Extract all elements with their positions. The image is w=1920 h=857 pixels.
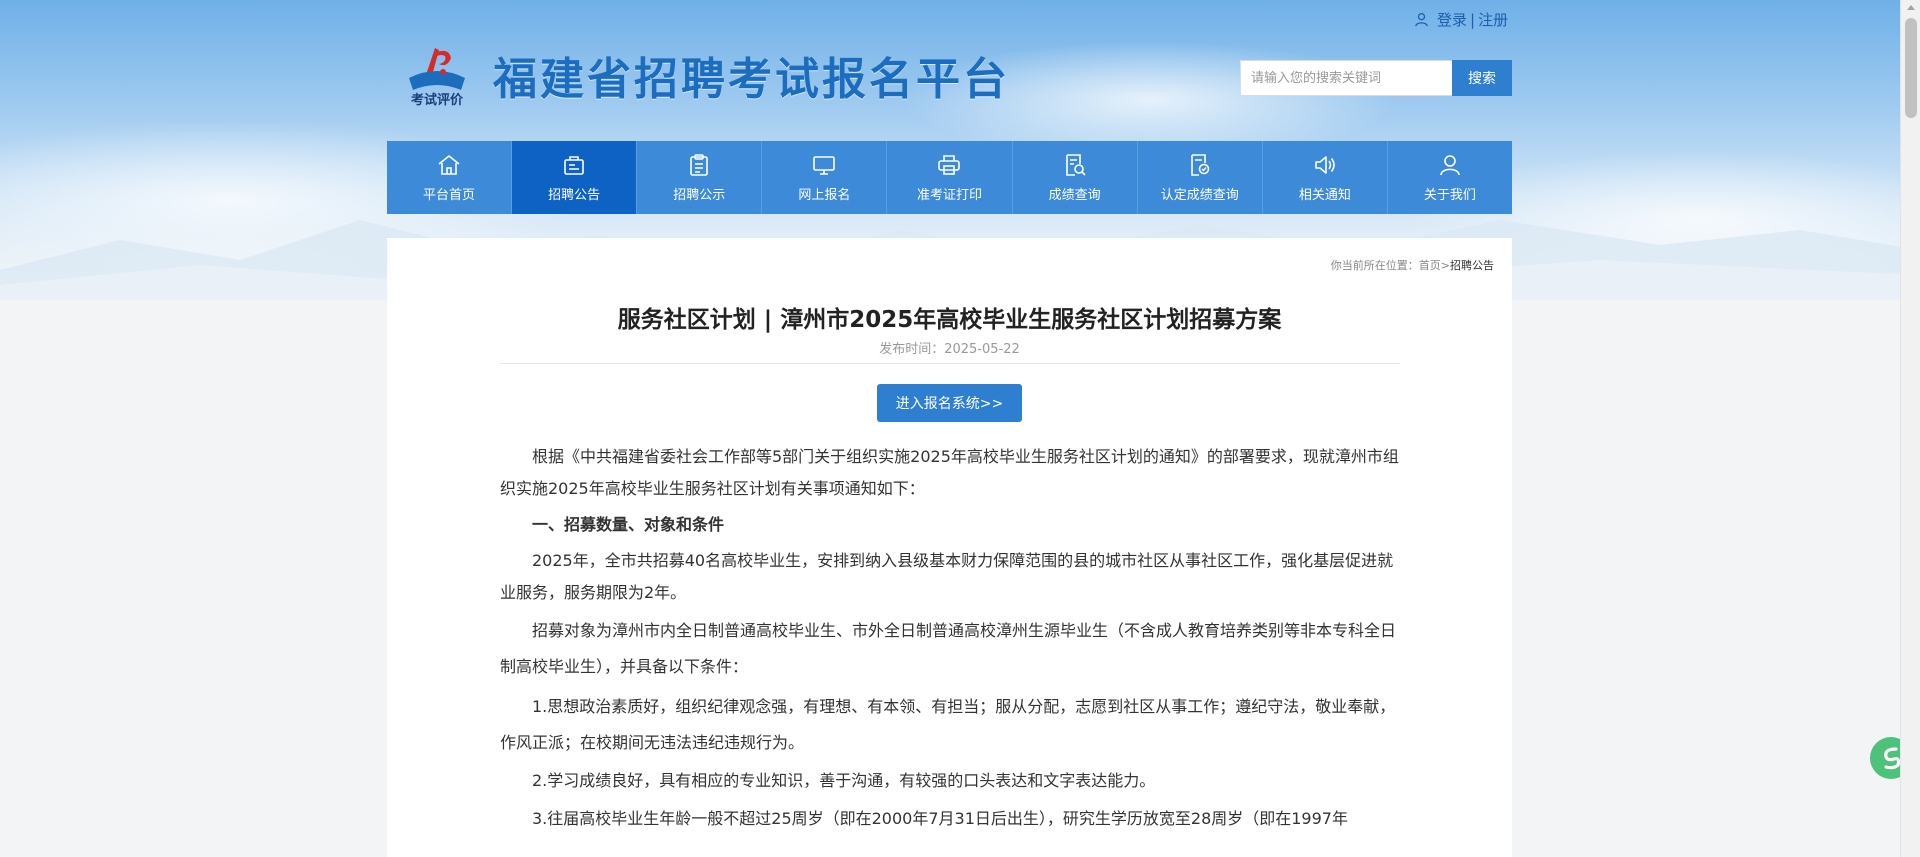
search-input[interactable]: [1240, 60, 1452, 96]
speaker-icon: [1315, 156, 1335, 174]
page-scrollbar[interactable]: [1900, 0, 1920, 857]
article-paragraph: 根据《中共福建省委社会工作部等5部门关于组织实施2025年高校毕业生服务社区计划…: [500, 447, 1399, 498]
article-paragraph: 1.思想政治素质好，组织纪律观念强，有理想、有本领、有担当；服从分配，志愿到社区…: [500, 697, 1396, 752]
publish-time: 发布时间：2025-05-22: [879, 342, 1020, 357]
clipboard-icon: [690, 154, 709, 176]
nav-item-label: 准考证打印: [916, 188, 982, 203]
main-nav: 平台首页 招聘公告 招聘公示 网上报名 准考证打印 成绩查询 认定成绩查询 相关…: [387, 141, 1512, 214]
user-icon: [1440, 155, 1460, 176]
article-paragraph: 3.往届高校毕业生年龄一般不超过25周岁（即在2000年7月31日后出生），研究…: [532, 809, 1348, 828]
nav-item-home[interactable]: 平台首页: [387, 141, 513, 214]
nav-item-publicity[interactable]: 招聘公示: [637, 141, 763, 214]
logo-emblem: 考试评价: [403, 42, 471, 108]
nav-item-label: 认定成绩查询: [1160, 188, 1239, 203]
nav-item-announcements[interactable]: 招聘公告: [512, 141, 638, 214]
certified-score-icon: [1190, 154, 1210, 176]
article-paragraph: 2.学习成绩良好，具有相应的专业知识，善于沟通，有较强的口头表达和文字表达能力。: [532, 771, 1156, 790]
scrollbar-thumb[interactable]: [1905, 18, 1917, 118]
nav-item-label: 招聘公示: [673, 188, 726, 203]
article-body: 根据《中共福建省委社会工作部等5部门关于组织实施2025年高校毕业生服务社区计划…: [500, 441, 1400, 841]
breadcrumb-arrow: >: [1440, 259, 1450, 272]
nav-item-label: 关于我们: [1423, 188, 1476, 203]
site-logo[interactable]: 考试评价 福建省招聘考试报名平台: [403, 42, 1010, 108]
enter-registration-button[interactable]: 进入报名系统>>: [877, 384, 1022, 422]
nav-item-notices[interactable]: 相关通知: [1263, 141, 1388, 214]
nav-item-online-registration[interactable]: 网上报名: [762, 141, 888, 214]
home-icon: [438, 155, 460, 175]
nav-item-label: 网上报名: [798, 188, 851, 203]
article-title: 服务社区计划 | 漳州市2025年高校毕业生服务社区计划招募方案: [617, 307, 1282, 333]
main-content: 你当前所在位置：首页>招聘公告 服务社区计划 | 漳州市2025年高校毕业生服务…: [387, 238, 1512, 857]
scroll-up-arrow-icon[interactable]: [1907, 5, 1915, 10]
logo-caption: 考试评价: [411, 92, 464, 108]
breadcrumb-current: 招聘公告: [1450, 259, 1494, 272]
search-bar: 搜索: [1240, 60, 1512, 96]
score-search-icon: [1065, 154, 1086, 176]
nav-item-score-query[interactable]: 成绩查询: [1013, 141, 1138, 214]
breadcrumb-prefix: 你当前所在位置：: [1330, 259, 1419, 272]
register-link[interactable]: 注册: [1478, 9, 1508, 30]
nav-item-label: 相关通知: [1298, 188, 1351, 203]
article-paragraph: 招募对象为漳州市内全日制普通高校毕业生、市外全日制普通高校漳州生源毕业生（不含成…: [500, 621, 1397, 676]
login-separator: |: [1470, 10, 1476, 29]
title-divider: [500, 363, 1400, 364]
printer-icon: [938, 155, 961, 175]
nav-item-label: 平台首页: [423, 188, 476, 203]
breadcrumb: 你当前所在位置：首页>招聘公告: [1331, 257, 1494, 273]
login-link[interactable]: 登录: [1437, 9, 1467, 30]
user-icon: [1415, 13, 1428, 27]
nav-item-admission-ticket[interactable]: 准考证打印: [887, 141, 1013, 214]
article-paragraph: 2025年，全市共招募40名高校毕业生，安排到纳入县级基本财力保障范围的县的城市…: [500, 551, 1394, 602]
nav-item-about-us[interactable]: 关于我们: [1388, 141, 1512, 214]
breadcrumb-home-link[interactable]: 首页: [1419, 259, 1441, 272]
login-register-area: 登录 | 注册: [1414, 9, 1508, 30]
search-button[interactable]: 搜索: [1452, 60, 1512, 96]
site-title: 福建省招聘考试报名平台: [493, 54, 1010, 105]
nav-item-label: 招聘公告: [548, 188, 601, 203]
announcement-icon: [564, 156, 584, 175]
nav-item-label: 成绩查询: [1048, 188, 1101, 203]
nav-item-certified-score-query[interactable]: 认定成绩查询: [1138, 141, 1263, 214]
monitor-icon: [813, 156, 836, 175]
article-section-heading: 一、招募数量、对象和条件: [532, 515, 725, 534]
